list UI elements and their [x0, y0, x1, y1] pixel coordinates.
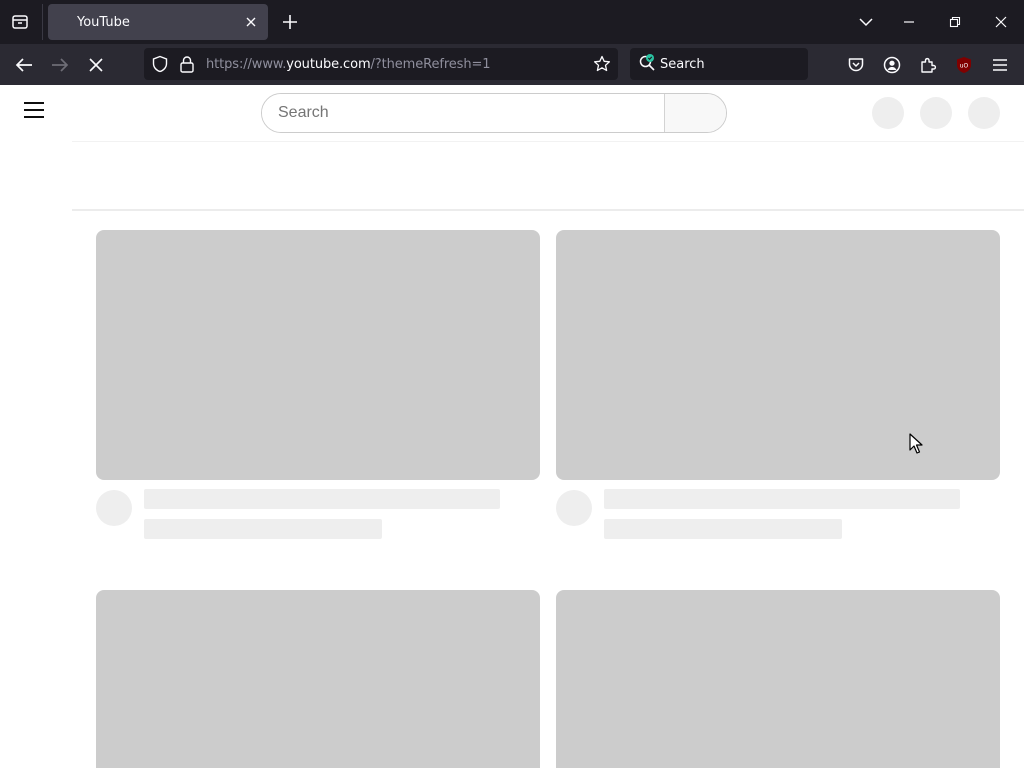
lock-icon[interactable] [179, 55, 195, 78]
youtube-search-box [261, 93, 727, 133]
window-close-icon[interactable] [990, 11, 1012, 33]
minimize-icon[interactable] [898, 11, 920, 33]
browser-tab-bar: YouTube [0, 0, 1024, 44]
url-bar[interactable]: https://www.youtube.com/?themeRefresh=1 [144, 48, 618, 80]
header-button-placeholder [920, 97, 952, 129]
video-thumbnail-placeholder [96, 230, 540, 480]
extensions-puzzle-icon[interactable] [916, 53, 940, 77]
close-icon[interactable] [242, 13, 260, 31]
tab-list-icon[interactable] [8, 11, 32, 33]
video-meta-placeholder [604, 519, 842, 539]
youtube-page [0, 85, 1024, 768]
url-suffix: /?themeRefresh=1 [370, 57, 491, 72]
youtube-search-input[interactable] [262, 94, 664, 132]
bookmark-star-icon[interactable] [593, 55, 611, 78]
header-divider [72, 141, 1024, 142]
back-arrow-icon[interactable] [12, 53, 36, 77]
account-icon[interactable] [880, 53, 904, 77]
youtube-search-button[interactable] [664, 94, 726, 132]
video-title-placeholder [144, 489, 500, 509]
search-engine-icon [638, 54, 656, 77]
channel-avatar-placeholder [96, 490, 132, 526]
video-thumbnail-placeholder [556, 230, 1000, 480]
chips-bar-divider [72, 209, 1024, 211]
chevron-down-icon[interactable] [855, 11, 877, 33]
video-title-placeholder [604, 489, 960, 509]
tab-separator [42, 4, 43, 40]
channel-avatar-placeholder [556, 490, 592, 526]
video-thumbnail-placeholder [96, 590, 540, 768]
video-thumbnail-placeholder [556, 590, 1000, 768]
app-menu-icon[interactable] [988, 53, 1012, 77]
pocket-icon[interactable] [844, 53, 868, 77]
tab-title: YouTube [77, 15, 130, 30]
tab-youtube[interactable]: YouTube [48, 4, 268, 40]
shield-icon[interactable] [151, 55, 169, 78]
browser-search-placeholder: Search [660, 57, 705, 72]
browser-search-box[interactable]: Search [630, 48, 808, 80]
guide-menu-icon[interactable] [24, 102, 48, 122]
mouse-cursor-icon [909, 433, 923, 460]
ublock-origin-icon[interactable]: uO [952, 53, 976, 77]
avatar-placeholder [968, 97, 1000, 129]
header-button-placeholder [872, 97, 904, 129]
new-tab-plus-icon[interactable] [279, 11, 301, 33]
url-prefix: https://www. [206, 57, 287, 72]
url-text: https://www.youtube.com/?themeRefresh=1 [206, 57, 491, 72]
forward-arrow-icon[interactable] [48, 53, 72, 77]
browser-nav-bar: https://www.youtube.com/?themeRefresh=1 … [0, 44, 1024, 85]
video-meta-placeholder [144, 519, 382, 539]
stop-loading-icon[interactable] [84, 53, 108, 77]
restore-icon[interactable] [944, 11, 966, 33]
ublock-badge-text: uO [960, 63, 969, 70]
url-host: youtube.com [286, 57, 371, 72]
